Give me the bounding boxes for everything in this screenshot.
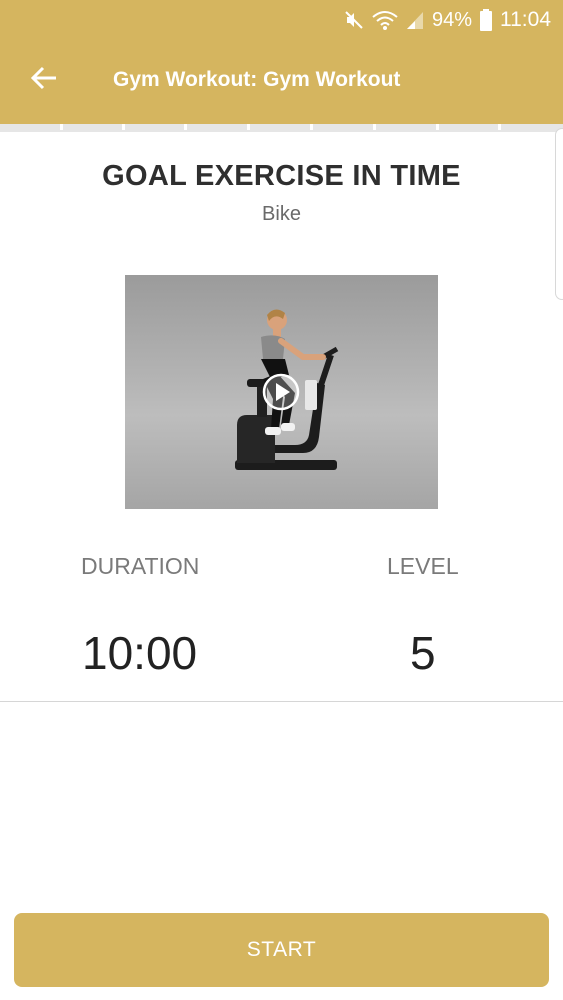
- level-label: LEVEL: [387, 553, 459, 579]
- status-icons: 94% 11:04: [344, 8, 551, 32]
- duration-label: DURATION: [81, 553, 200, 579]
- start-button-label: START: [246, 938, 317, 961]
- signal-icon: [406, 10, 424, 30]
- exercise-video[interactable]: [125, 275, 438, 509]
- page-title: Gym Workout: Gym Workout: [113, 68, 401, 91]
- duration-value: 10:00: [82, 627, 198, 679]
- battery-icon: [480, 9, 492, 31]
- workout-progress-bar: [0, 124, 563, 132]
- status-bar: 94% 11:04: [0, 0, 563, 40]
- progress-divider: [373, 124, 376, 130]
- goal-title: GOAL EXERCISE IN TIME: [102, 160, 461, 192]
- status-clock: 11:04: [500, 8, 551, 31]
- progress-divider: [184, 124, 187, 130]
- progress-divider: [60, 124, 63, 130]
- progress-divider: [498, 124, 501, 130]
- exercise-name: Bike: [262, 203, 301, 225]
- divider: [0, 701, 563, 702]
- app-header: 94% 11:04 Gym Workout: Gym Workout: [0, 0, 563, 127]
- progress-divider: [122, 124, 125, 130]
- wifi-icon: [372, 10, 398, 30]
- arrow-left-icon: [30, 66, 58, 95]
- exercise-illustration: [235, 309, 339, 470]
- level-value: 5: [410, 627, 436, 679]
- back-button[interactable]: [26, 62, 62, 98]
- app-bar: Gym Workout: Gym Workout: [0, 40, 563, 125]
- progress-divider: [247, 124, 250, 130]
- progress-divider: [310, 124, 313, 130]
- progress-track-fill: [0, 124, 563, 132]
- start-button[interactable]: START: [14, 913, 549, 987]
- progress-divider: [436, 124, 439, 130]
- mute-icon: [344, 10, 364, 30]
- battery-percent: 94%: [431, 8, 472, 31]
